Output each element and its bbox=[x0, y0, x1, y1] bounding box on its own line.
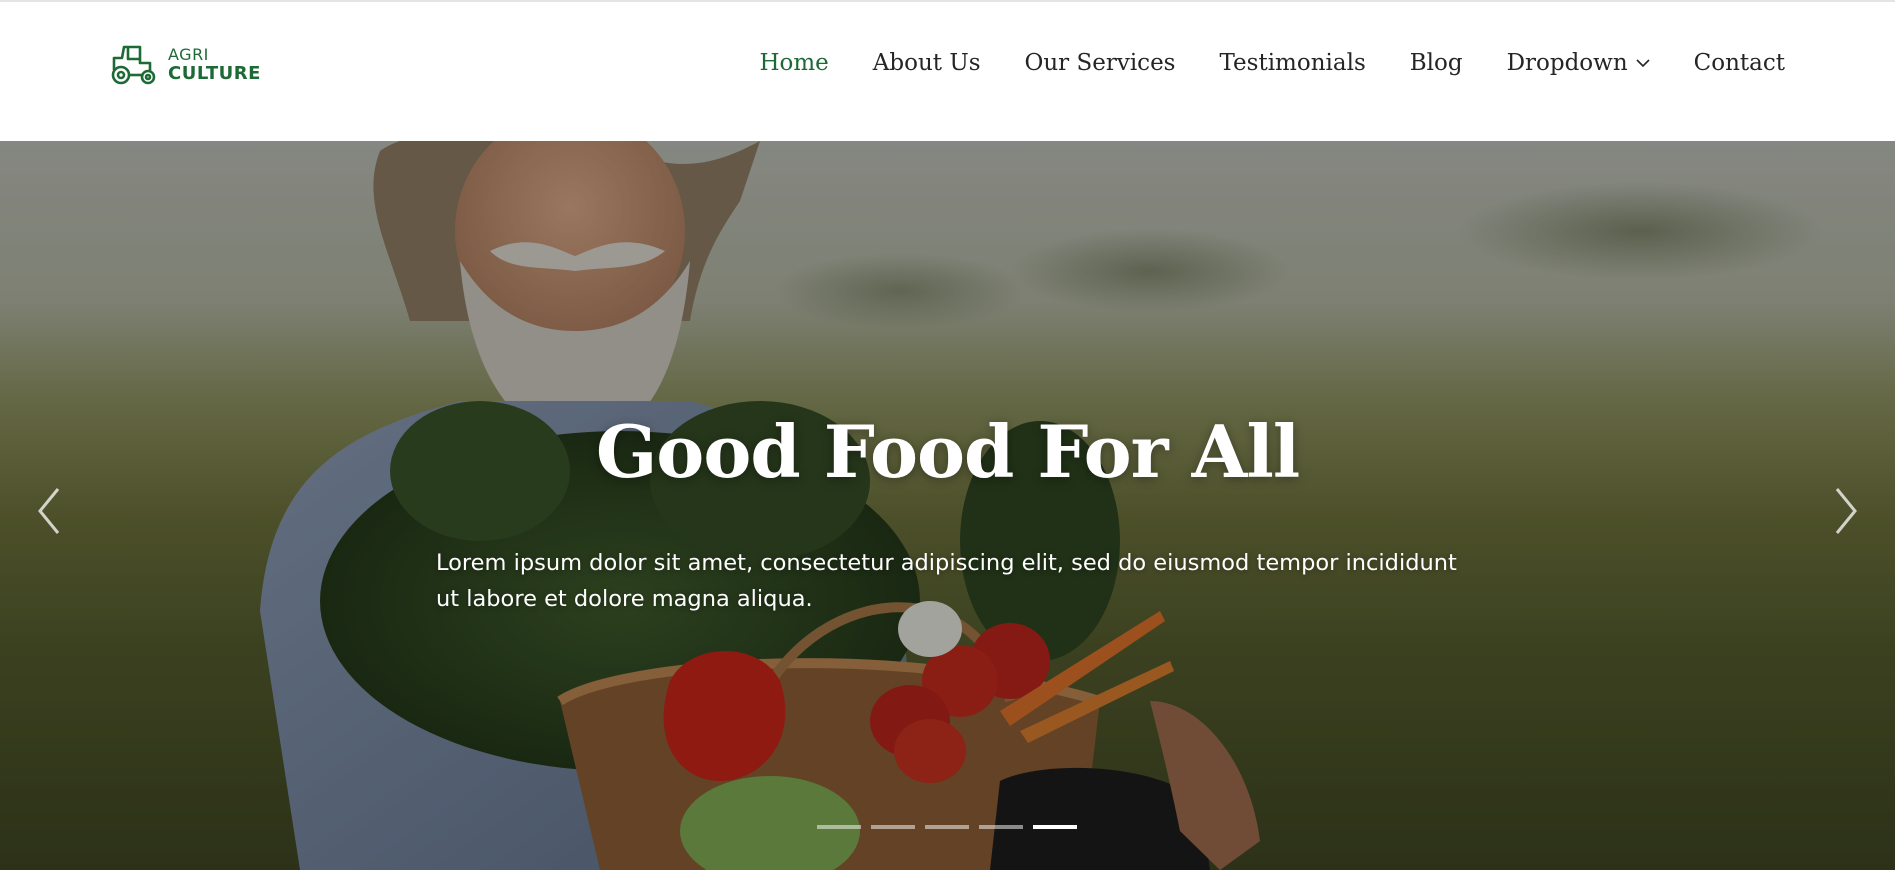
tractor-icon bbox=[111, 45, 156, 85]
nav-dropdown-label: Dropdown bbox=[1506, 50, 1628, 76]
carousel-prev-button[interactable] bbox=[30, 483, 66, 539]
chevron-down-icon bbox=[1636, 59, 1650, 68]
logo-link[interactable]: AGRI CULTURE bbox=[110, 42, 261, 86]
logo-line-2: CULTURE bbox=[168, 63, 261, 84]
main-nav: Home About Us Our Services Testimonials … bbox=[759, 50, 1785, 76]
nav-dropdown[interactable]: Dropdown bbox=[1507, 50, 1650, 76]
hero-overlay bbox=[0, 141, 1895, 870]
site-header: AGRI CULTURE Home About Us Our Services … bbox=[0, 2, 1895, 141]
logo-text: AGRI CULTURE bbox=[168, 45, 261, 83]
nav-testimonials[interactable]: Testimonials bbox=[1219, 50, 1365, 76]
nav-about-us[interactable]: About Us bbox=[873, 50, 981, 76]
nav-home[interactable]: Home bbox=[759, 50, 828, 76]
carousel-indicators bbox=[817, 825, 1077, 829]
carousel-indicator-5[interactable] bbox=[1033, 825, 1077, 829]
hero-title: Good Food For All bbox=[595, 409, 1300, 494]
carousel-indicator-4[interactable] bbox=[979, 825, 1023, 829]
nav-our-services[interactable]: Our Services bbox=[1025, 50, 1176, 76]
chevron-left-icon bbox=[38, 488, 60, 534]
carousel-indicator-1[interactable] bbox=[817, 825, 861, 829]
carousel-indicator-3[interactable] bbox=[925, 825, 969, 829]
hero-text: Lorem ipsum dolor sit amet, consectetur … bbox=[436, 550, 1457, 612]
chevron-right-icon bbox=[1835, 488, 1857, 534]
hero-carousel: Good Food For All Lorem ipsum dolor sit … bbox=[0, 141, 1895, 870]
logo-line-1: AGRI bbox=[168, 45, 209, 64]
nav-contact[interactable]: Contact bbox=[1694, 50, 1785, 76]
nav-blog[interactable]: Blog bbox=[1410, 50, 1463, 76]
carousel-next-button[interactable] bbox=[1829, 483, 1865, 539]
carousel-indicator-2[interactable] bbox=[871, 825, 915, 829]
